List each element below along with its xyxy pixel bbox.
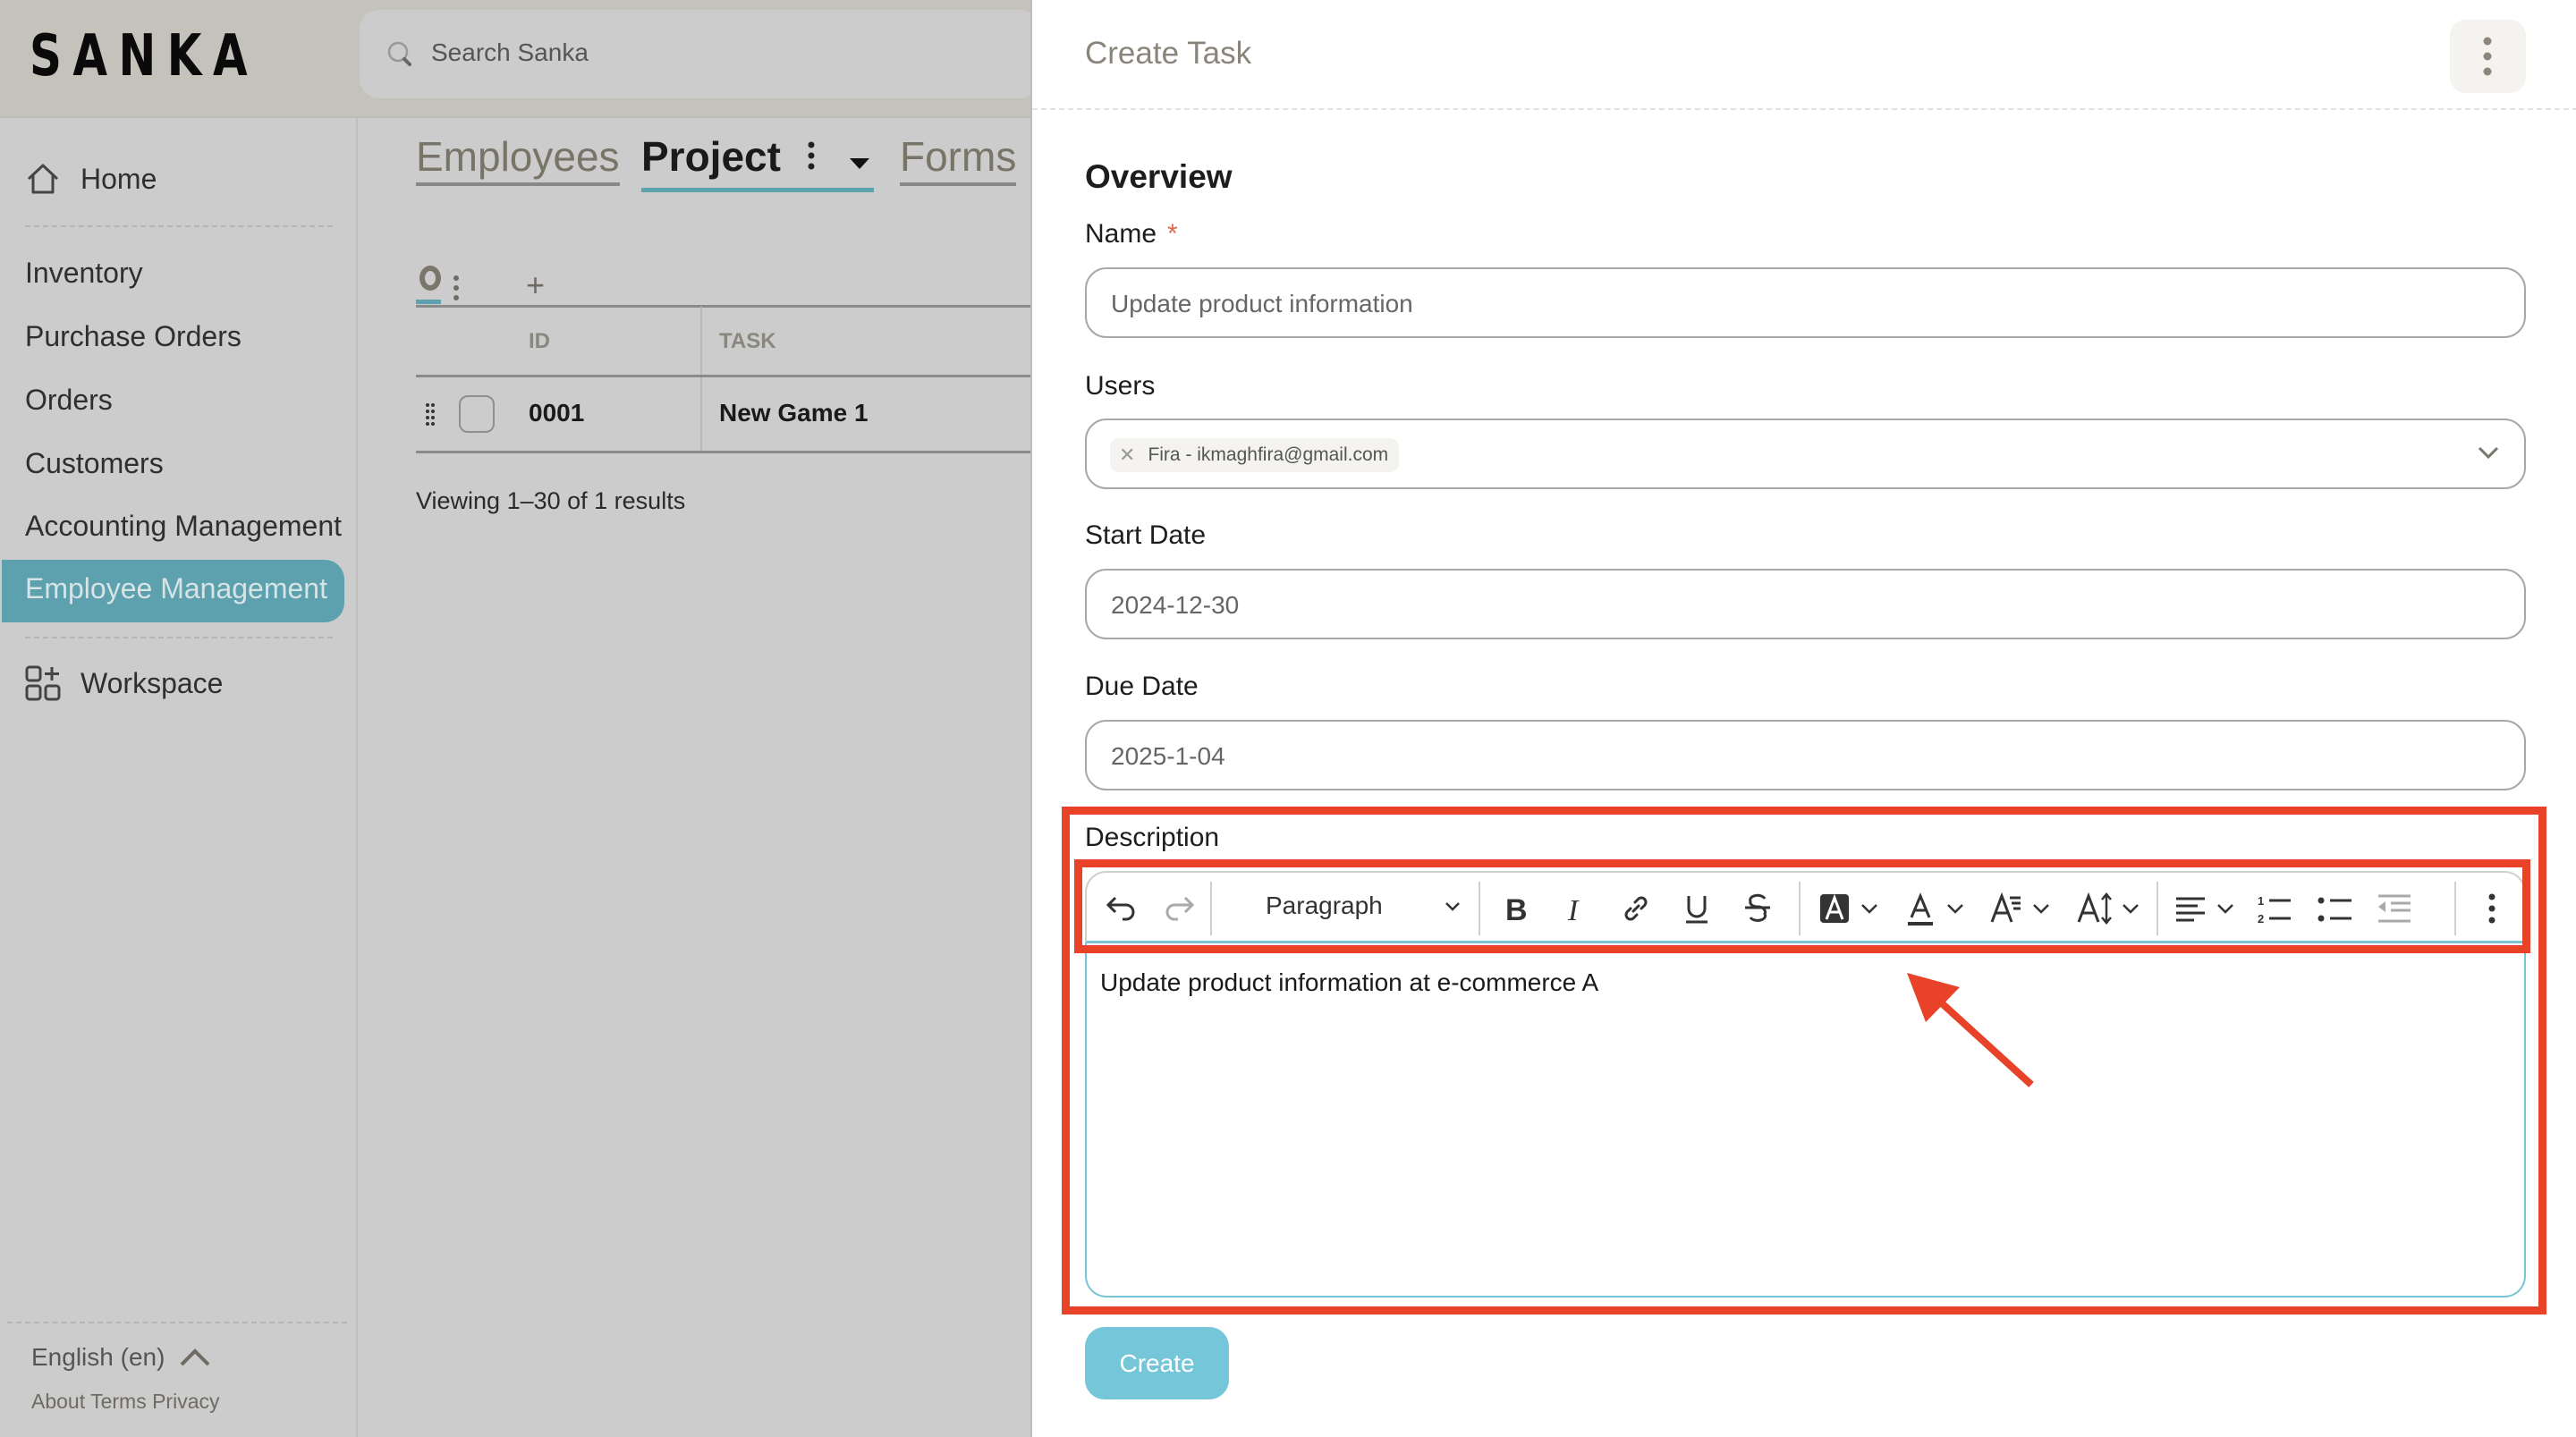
sidebar-item-orders[interactable]: Orders bbox=[25, 384, 113, 417]
sidebar-item-home[interactable]: Home bbox=[25, 161, 157, 197]
name-value: Update product information bbox=[1111, 290, 1413, 317]
row-checkbox[interactable] bbox=[459, 395, 495, 433]
cell-task[interactable]: New Game 1 bbox=[719, 399, 869, 427]
remove-chip-icon[interactable]: ✕ bbox=[1119, 444, 1135, 467]
sidebar-item-accounting-management[interactable]: Accounting Management bbox=[25, 510, 342, 543]
tab-forms[interactable]: Forms bbox=[900, 132, 1017, 186]
divider bbox=[7, 1322, 347, 1323]
language-selector[interactable]: English (en) bbox=[31, 1343, 211, 1372]
column-header-id[interactable]: ID bbox=[529, 329, 550, 354]
search-icon bbox=[387, 41, 411, 66]
name-input[interactable]: Update product information bbox=[1085, 267, 2526, 338]
divider bbox=[25, 225, 333, 227]
add-view-button[interactable]: + bbox=[526, 269, 545, 301]
more-vertical-icon[interactable] bbox=[805, 140, 818, 171]
sanka-logo[interactable]: SANKA bbox=[30, 23, 258, 89]
required-marker: * bbox=[1167, 219, 1178, 249]
drag-handle-icon[interactable] bbox=[425, 402, 436, 427]
sidebar-item-label: Employee Management bbox=[25, 572, 327, 604]
user-chip-label: Fira - ikmaghfira@gmail.com bbox=[1148, 444, 1389, 465]
active-tab-indicator bbox=[641, 188, 874, 192]
section-title: Overview bbox=[1085, 158, 1233, 195]
footer-links[interactable]: About Terms Privacy bbox=[31, 1390, 219, 1414]
column-header-task[interactable]: TASK bbox=[719, 329, 776, 354]
start-date-input[interactable]: 2024-12-30 bbox=[1085, 569, 2526, 639]
create-button[interactable]: Create bbox=[1085, 1327, 1229, 1399]
view-tabs: + bbox=[416, 264, 1042, 308]
user-chip: ✕ Fira - ikmaghfira@gmail.com bbox=[1110, 438, 1400, 472]
home-icon bbox=[27, 164, 59, 194]
view-circle-icon[interactable] bbox=[419, 266, 441, 291]
top-bar: SANKA Search Sanka bbox=[0, 0, 1039, 118]
tab-employees[interactable]: Employees bbox=[416, 132, 620, 186]
start-date-label: Start Date bbox=[1085, 520, 1207, 550]
caret-down-icon[interactable] bbox=[849, 156, 870, 171]
workspace-grid-icon bbox=[25, 665, 61, 701]
users-label: Users bbox=[1085, 371, 1156, 401]
name-label-text: Name bbox=[1085, 219, 1157, 249]
due-date-input[interactable]: 2025-1-04 bbox=[1085, 720, 2526, 790]
tab-project-label: Project bbox=[641, 133, 781, 180]
table-header: ID TASK bbox=[416, 307, 1042, 377]
users-select[interactable]: ✕ Fira - ikmaghfira@gmail.com bbox=[1085, 418, 2526, 489]
more-vertical-icon[interactable] bbox=[452, 275, 461, 301]
language-label: English (en) bbox=[31, 1343, 165, 1371]
cell-id[interactable]: 0001 bbox=[529, 399, 584, 427]
divider bbox=[25, 637, 333, 638]
search-placeholder: Search Sanka bbox=[431, 38, 589, 66]
sidebar-item-employee-management[interactable]: Employee Management bbox=[2, 560, 344, 622]
sidebar-item-workspace[interactable]: Workspace bbox=[25, 665, 223, 701]
active-view-indicator bbox=[416, 300, 441, 304]
drawer-title: Create Task bbox=[1085, 36, 1252, 71]
chevron-down-icon[interactable] bbox=[2478, 445, 2499, 460]
name-label: Name * bbox=[1085, 219, 1178, 249]
sidebar-item-inventory[interactable]: Inventory bbox=[25, 257, 143, 290]
table-row[interactable]: 0001 New Game 1 bbox=[416, 377, 1042, 453]
task-table: ID TASK 0001 New Game 1 bbox=[416, 307, 1042, 453]
sidebar-item-label: Workspace bbox=[80, 666, 224, 699]
tab-project[interactable]: Project bbox=[641, 132, 870, 182]
start-date-value: 2024-12-30 bbox=[1111, 591, 1240, 619]
drawer-header-divider bbox=[1032, 108, 2576, 110]
annotation-highlight-toolbar bbox=[1074, 859, 2530, 953]
chevron-up-icon bbox=[180, 1348, 210, 1366]
drawer-more-button[interactable] bbox=[2450, 20, 2526, 93]
due-date-value: 2025-1-04 bbox=[1111, 742, 1225, 770]
due-date-label: Due Date bbox=[1085, 672, 1199, 701]
search-input[interactable]: Search Sanka bbox=[360, 10, 1039, 98]
sidebar-item-purchase-orders[interactable]: Purchase Orders bbox=[25, 320, 242, 353]
sidebar: Home Inventory Purchase Orders Orders Cu… bbox=[0, 118, 358, 1437]
more-vertical-icon bbox=[2483, 37, 2492, 76]
sidebar-item-customers[interactable]: Customers bbox=[25, 447, 164, 480]
sidebar-item-label: Home bbox=[80, 162, 157, 195]
pagination-summary: Viewing 1–30 of 1 results bbox=[416, 487, 686, 514]
